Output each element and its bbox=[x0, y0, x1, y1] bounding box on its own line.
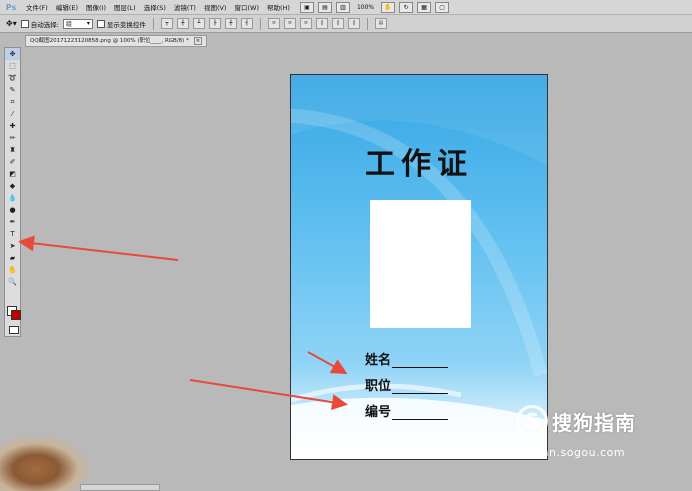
auto-select-option[interactable]: 自动选择: bbox=[20, 19, 59, 29]
history-brush-icon[interactable]: ✐ bbox=[5, 156, 20, 168]
auto-select-value: 组 bbox=[65, 21, 72, 28]
field-number: 编号 bbox=[365, 401, 449, 420]
auto-select-label: 自动选择: bbox=[30, 20, 59, 29]
arrow-to-type-tool bbox=[18, 235, 179, 261]
eraser-icon[interactable]: ◩ bbox=[5, 168, 20, 180]
document-tab-title: QQ截图20171223120858.png @ 100% (职位____, R… bbox=[30, 38, 189, 44]
align-left-icon[interactable]: ┣ bbox=[208, 18, 221, 29]
sogou-logo-icon: S bbox=[516, 405, 548, 437]
crop-tool-icon[interactable]: ⌗ bbox=[5, 96, 20, 108]
field-position-label: 职位 bbox=[365, 379, 392, 394]
eyedropper-icon[interactable]: ⁄ bbox=[5, 108, 20, 120]
show-transform-checkbox[interactable] bbox=[96, 19, 105, 28]
move-tool-icon[interactable]: ✥ bbox=[5, 48, 20, 60]
hand-tool-icon[interactable]: ✋ bbox=[5, 264, 20, 276]
align-vcenter-icon[interactable]: ╋ bbox=[176, 18, 189, 29]
zoom-tool-icon[interactable]: 🔍 bbox=[5, 276, 20, 288]
show-transform-label: 显示变换控件 bbox=[106, 20, 146, 29]
distribute-hcenter-icon[interactable]: ‖ bbox=[331, 18, 344, 29]
field-name: 姓名 bbox=[365, 349, 449, 368]
distribute-right-icon[interactable]: ‖ bbox=[347, 18, 360, 29]
menu-help[interactable]: 帮助(H) bbox=[263, 2, 294, 12]
pen-tool-icon[interactable]: ✒ bbox=[5, 216, 20, 228]
menu-layer[interactable]: 图层(L) bbox=[110, 2, 140, 12]
separator bbox=[152, 17, 154, 30]
mini-bridge-icon[interactable]: ▤ bbox=[317, 1, 332, 13]
distribute-left-icon[interactable]: ‖ bbox=[315, 18, 328, 29]
quick-select-icon[interactable]: ✎ bbox=[5, 84, 20, 96]
menubar-tools: ▣ ▤ ▥ 100% ✋ ↻ ▦ ▢ bbox=[299, 1, 450, 13]
dodge-tool-icon[interactable]: ● bbox=[5, 204, 20, 216]
separator bbox=[366, 17, 368, 30]
id-card-canvas[interactable]: 工作证 姓名 职位 编号 bbox=[290, 74, 548, 460]
auto-select-checkbox[interactable] bbox=[20, 19, 29, 28]
auto-align-icon[interactable]: ▤ bbox=[374, 18, 387, 29]
menu-view[interactable]: 视图(V) bbox=[200, 2, 231, 12]
foreground-color-swatch[interactable] bbox=[11, 310, 21, 320]
lasso-tool-icon[interactable]: ➰ bbox=[5, 72, 20, 84]
menu-filter[interactable]: 滤镜(T) bbox=[170, 2, 200, 12]
brush-tool-icon[interactable]: ✏ bbox=[5, 132, 20, 144]
separator bbox=[259, 17, 261, 30]
toolbox: ✥ ⬚ ➰ ✎ ⌗ ⁄ ✚ ✏ ♜ ✐ ◩ ◆ 💧 ● ✒ T ➤ ▰ ✋ 🔍 bbox=[4, 47, 21, 337]
healing-brush-icon[interactable]: ✚ bbox=[5, 120, 20, 132]
field-line bbox=[392, 419, 449, 420]
watermark-brand: 搜狗指南 bbox=[552, 410, 636, 435]
show-transform-option[interactable]: 显示变换控件 bbox=[96, 19, 146, 29]
marquee-tool-icon[interactable]: ⬚ bbox=[5, 60, 20, 72]
field-position: 职位 bbox=[365, 375, 449, 394]
shape-tool-icon[interactable]: ▰ bbox=[5, 252, 20, 264]
menu-window[interactable]: 窗口(W) bbox=[230, 2, 263, 12]
decorative-photo bbox=[0, 436, 90, 491]
card-title: 工作证 bbox=[365, 147, 473, 182]
path-select-icon[interactable]: ➤ bbox=[5, 240, 20, 252]
watermark-url: zhinan.sogou.com bbox=[517, 446, 626, 459]
field-line bbox=[392, 367, 449, 368]
align-hcenter-icon[interactable]: ╋ bbox=[224, 18, 237, 29]
field-line bbox=[392, 393, 449, 394]
distribute-bottom-icon[interactable]: ≡ bbox=[299, 18, 312, 29]
menu-image[interactable]: 图像(I) bbox=[82, 2, 110, 12]
menu-edit[interactable]: 编辑(E) bbox=[52, 2, 82, 12]
menu-bar: Ps 文件(F) 编辑(E) 图像(I) 图层(L) 选择(S) 滤镜(T) 视… bbox=[0, 0, 692, 15]
status-bar bbox=[80, 484, 160, 491]
rotate-view-icon[interactable]: ↻ bbox=[399, 1, 414, 13]
menu-select[interactable]: 选择(S) bbox=[140, 2, 170, 12]
arrange-docs-icon[interactable]: ▦ bbox=[417, 1, 432, 13]
screen-mode-icon[interactable]: ▢ bbox=[435, 1, 450, 13]
view-extras-icon[interactable]: ▥ bbox=[335, 1, 350, 13]
align-right-icon[interactable]: ┫ bbox=[240, 18, 253, 29]
align-top-icon[interactable]: ┳ bbox=[160, 18, 173, 29]
zoom-level[interactable]: 100% bbox=[354, 4, 377, 11]
blur-tool-icon[interactable]: 💧 bbox=[5, 192, 20, 204]
bridge-icon[interactable]: ▣ bbox=[299, 1, 314, 13]
ps-logo: Ps bbox=[5, 2, 17, 12]
document-tab[interactable]: QQ截图20171223120858.png @ 100% (职位____, R… bbox=[25, 35, 208, 47]
hand-icon[interactable]: ✋ bbox=[381, 1, 396, 13]
align-bottom-icon[interactable]: ┻ bbox=[192, 18, 205, 29]
type-tool-icon[interactable]: T bbox=[5, 228, 20, 240]
chevron-down-icon: ▾ bbox=[86, 20, 90, 27]
photo-placeholder bbox=[370, 200, 471, 328]
field-number-label: 编号 bbox=[365, 405, 392, 420]
clone-stamp-icon[interactable]: ♜ bbox=[5, 144, 20, 156]
watermark: S 搜狗指南 bbox=[516, 405, 636, 437]
field-name-label: 姓名 bbox=[365, 353, 392, 368]
close-icon[interactable]: × bbox=[193, 37, 203, 45]
distribute-top-icon[interactable]: ≡ bbox=[267, 18, 280, 29]
quick-mask-icon[interactable] bbox=[9, 326, 19, 334]
distribute-vcenter-icon[interactable]: ≡ bbox=[283, 18, 296, 29]
options-bar: ✥▾ 自动选择: 组 ▾ 显示变换控件 ┳ ╋ ┻ ┣ ╋ ┫ ≡ ≡ ≡ ‖ … bbox=[0, 15, 692, 33]
auto-select-dropdown[interactable]: 组 ▾ bbox=[62, 18, 93, 29]
menu-file[interactable]: 文件(F) bbox=[22, 2, 52, 12]
move-tool-preset-icon[interactable]: ✥▾ bbox=[6, 19, 17, 28]
paint-bucket-icon[interactable]: ◆ bbox=[5, 180, 20, 192]
